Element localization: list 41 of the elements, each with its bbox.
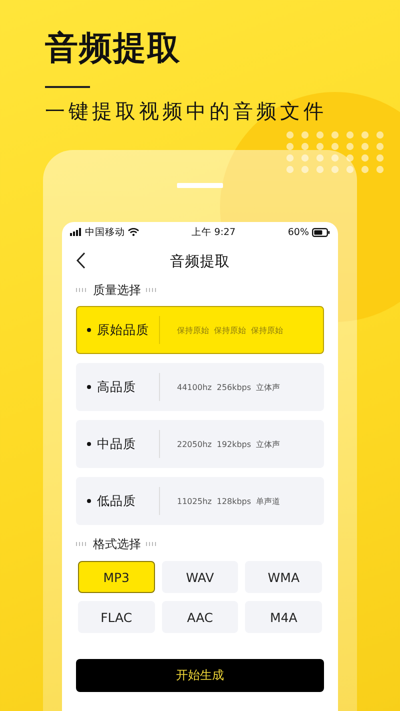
section-title: 格式选择 (93, 536, 141, 552)
dotted-decoration (76, 542, 88, 546)
status-time: 上午 9:27 (191, 226, 236, 238)
quality-spec: 11025hz 128kbps 单声道 (177, 496, 280, 506)
quality-label: 中品质 (97, 436, 137, 452)
quality-label: 低品质 (97, 492, 137, 510)
quality-label: 高品质 (97, 378, 137, 396)
wifi-icon (128, 228, 139, 236)
format-option[interactable]: MP3 (78, 561, 155, 593)
quality-spec: 22050hz 192kbps 立体声 (177, 438, 280, 450)
signal-icon (70, 228, 82, 236)
back-chevron-icon (76, 252, 86, 269)
dotted-decoration (76, 288, 88, 292)
carrier-name: 中国移动 (85, 226, 125, 238)
battery-percent: 60% (288, 226, 309, 238)
battery-icon (312, 228, 330, 236)
format-option[interactable]: FLAC (78, 601, 155, 633)
bullet-icon (87, 385, 91, 389)
format-option[interactable]: WAV (162, 561, 238, 593)
format-option[interactable]: WMA (245, 561, 322, 593)
speaker-bar (177, 183, 223, 188)
quality-option[interactable]: 高品质 44100hz 256kbps 立体声 (76, 363, 324, 411)
bullet-icon (87, 442, 91, 446)
bullet-icon (87, 328, 91, 332)
format-option[interactable]: M4A (245, 601, 322, 633)
screen-title: 音频提取 (170, 252, 230, 270)
quality-option[interactable]: 原始品质 保持原始 保持原始 保持原始 (76, 306, 324, 354)
start-button[interactable]: 开始生成 (76, 659, 324, 692)
subtitle: 一键提取视频中的音频文件 (45, 98, 328, 124)
quality-option[interactable]: 低品质 11025hz 128kbps 单声道 (76, 477, 324, 525)
dotted-decoration (146, 288, 158, 292)
dotted-decoration (146, 542, 158, 546)
quality-option[interactable]: 中品质 22050hz 192kbps 立体声 (76, 420, 324, 468)
quality-spec: 保持原始 保持原始 保持原始 (177, 324, 284, 336)
format-option[interactable]: AAC (162, 601, 238, 633)
quality-spec: 44100hz 256kbps 立体声 (177, 382, 280, 392)
headline: 音频提取 (45, 28, 182, 68)
back-button[interactable] (76, 252, 86, 269)
quality-label: 原始品质 (97, 322, 150, 338)
section-title: 质量选择 (93, 282, 141, 298)
bullet-icon (87, 499, 91, 503)
